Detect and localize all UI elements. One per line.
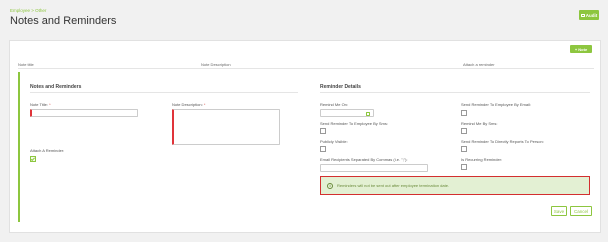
column-header-note-title[interactable]: Note title: [18, 62, 34, 67]
column-header-attach-reminder[interactable]: Attach a reminder: [463, 62, 495, 67]
page-header: Employee > Other Notes and Reminders Aud…: [0, 0, 608, 34]
section-divider: [30, 92, 298, 93]
audit-icon: [580, 13, 585, 17]
notes-section-title: Notes and Reminders: [30, 84, 82, 90]
notes-table-header: Note title Note Description Attach a rem…: [18, 61, 594, 69]
note-description-textarea[interactable]: [172, 109, 280, 145]
public-label: Publicly Visible:: [320, 139, 348, 144]
remind-sms-checkbox[interactable]: [461, 128, 467, 134]
email-recipients-input[interactable]: [320, 164, 428, 172]
notes-panel: + Note Note title Note Description Attac…: [9, 40, 601, 233]
direct-reports-label: Send Reminder To Directly Reports To Per…: [461, 139, 544, 144]
send-email-checkbox[interactable]: [461, 110, 467, 116]
public-checkbox[interactable]: [320, 146, 326, 152]
send-sms-label: Send Reminder To Employee By Sms:: [320, 121, 388, 126]
audit-button[interactable]: Audit: [579, 10, 599, 20]
reminder-section-title: Reminder Details: [320, 84, 361, 90]
attach-reminder-label: Attach A Reminder:: [30, 148, 65, 153]
email-recipients-label: Email Recipients Separated By Commas (i.…: [320, 157, 408, 162]
audit-label: Audit: [585, 12, 598, 18]
section-divider: [320, 92, 590, 93]
remind-sms-label: Remind Me By Sms:: [461, 121, 498, 126]
add-note-button[interactable]: + Note: [570, 45, 592, 53]
termination-notice: i Reminders will not be sent out after e…: [320, 176, 590, 195]
attach-reminder-checkbox[interactable]: [30, 156, 36, 162]
send-sms-checkbox[interactable]: [320, 128, 326, 134]
page-title: Notes and Reminders: [10, 15, 117, 27]
notice-text: Reminders will not be sent out after emp…: [337, 183, 450, 188]
note-description-label: Note Description: *: [172, 102, 206, 107]
note-title-input[interactable]: [30, 109, 138, 117]
note-title-label: Note Title: *: [30, 102, 51, 107]
column-header-note-description[interactable]: Note Description: [201, 62, 231, 67]
remind-on-date-input[interactable]: [320, 109, 374, 117]
info-icon: i: [327, 182, 333, 189]
note-form: Notes and Reminders Note Title: * Note D…: [18, 72, 594, 222]
save-button[interactable]: Save: [551, 206, 567, 216]
direct-reports-checkbox[interactable]: [461, 146, 467, 152]
cancel-button[interactable]: Cancel: [570, 206, 592, 216]
calendar-icon[interactable]: [366, 111, 370, 116]
breadcrumb[interactable]: Employee > Other: [10, 8, 46, 13]
recurring-label: Is Recurring Reminder:: [461, 157, 503, 162]
remind-on-label: Remind Me On:: [320, 102, 349, 107]
send-email-label: Send Reminder To Employee By Email:: [461, 102, 531, 107]
recurring-checkbox[interactable]: [461, 164, 467, 170]
